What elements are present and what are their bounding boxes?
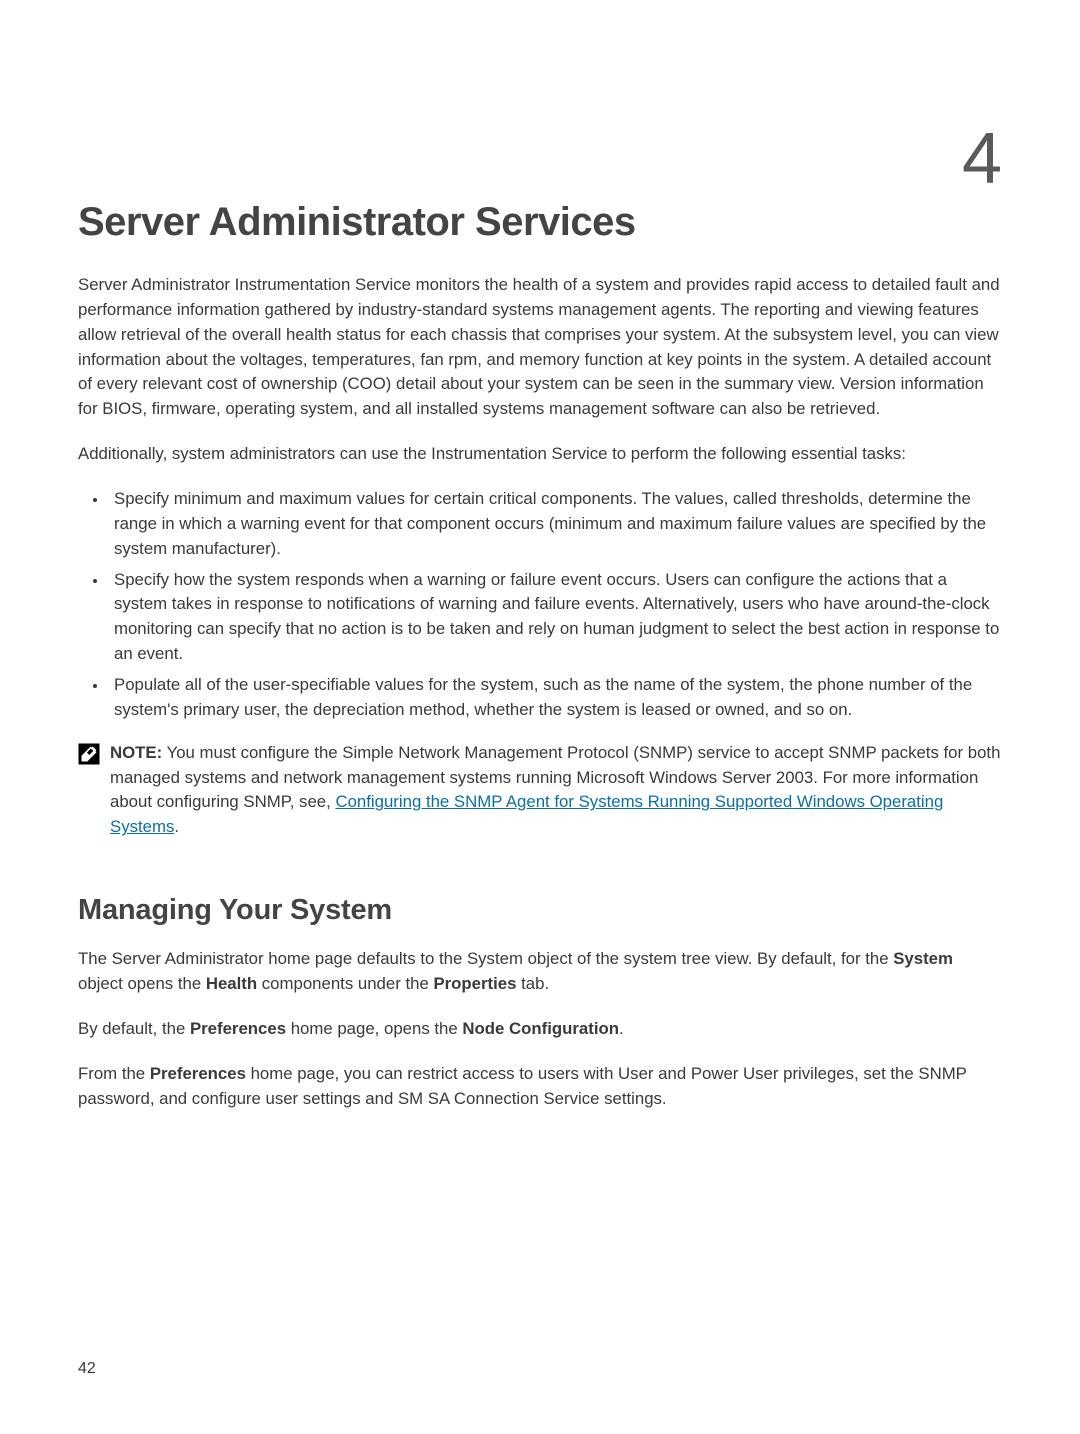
pencil-note-icon xyxy=(78,743,100,770)
list-item: Specify how the system responds when a w… xyxy=(108,568,1002,667)
body-paragraph: By default, the Preferences home page, o… xyxy=(78,1017,1002,1042)
document-page: 4 Server Administrator Services Server A… xyxy=(0,0,1080,1434)
text-run: object opens the xyxy=(78,974,206,993)
bold-text: Properties xyxy=(433,974,516,993)
bold-text: Node Configuration xyxy=(462,1019,619,1038)
intro-paragraph: Server Administrator Instrumentation Ser… xyxy=(78,273,1002,422)
bold-text: System xyxy=(893,949,953,968)
task-bullet-list: Specify minimum and maximum values for c… xyxy=(78,487,1002,723)
note-body-after: . xyxy=(174,817,179,836)
bold-text: Health xyxy=(206,974,257,993)
text-run: tab. xyxy=(516,974,549,993)
text-run: From the xyxy=(78,1064,150,1083)
bold-text: Preferences xyxy=(150,1064,246,1083)
page-title: Server Administrator Services xyxy=(78,200,1002,245)
list-item: Specify minimum and maximum values for c… xyxy=(108,487,1002,562)
bold-text: Preferences xyxy=(190,1019,286,1038)
body-paragraph: The Server Administrator home page defau… xyxy=(78,947,1002,997)
text-run: The Server Administrator home page defau… xyxy=(78,949,893,968)
body-paragraph: From the Preferences home page, you can … xyxy=(78,1062,1002,1112)
list-item: Populate all of the user-specifiable val… xyxy=(108,673,1002,723)
text-run: home page, opens the xyxy=(286,1019,462,1038)
section-heading: Managing Your System xyxy=(78,894,1002,927)
tasks-intro-paragraph: Additionally, system administrators can … xyxy=(78,442,1002,467)
page-number: 42 xyxy=(78,1360,96,1378)
note-block: NOTE: You must configure the Simple Netw… xyxy=(78,741,1002,840)
note-text: NOTE: You must configure the Simple Netw… xyxy=(110,741,1002,840)
text-run: . xyxy=(619,1019,624,1038)
text-run: By default, the xyxy=(78,1019,190,1038)
note-label: NOTE: xyxy=(110,743,162,762)
chapter-number: 4 xyxy=(962,118,1002,200)
text-run: components under the xyxy=(257,974,433,993)
